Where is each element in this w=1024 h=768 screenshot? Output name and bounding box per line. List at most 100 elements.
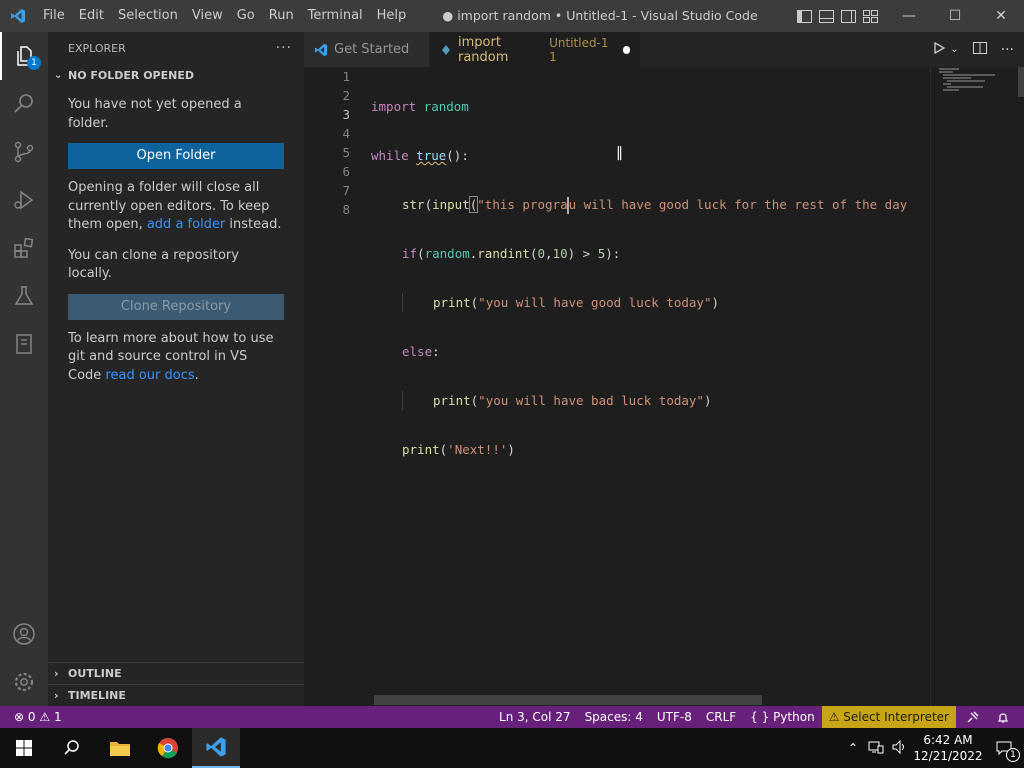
minimap-line	[943, 89, 959, 91]
vscode-logo-icon	[0, 0, 36, 32]
cursor-position[interactable]: Ln 3, Col 27	[492, 706, 578, 728]
clock[interactable]: 6:42 AM 12/21/2022	[912, 732, 984, 764]
explorer-icon[interactable]: 1	[0, 32, 48, 80]
language-label: Python	[773, 710, 815, 724]
feedback-icon[interactable]	[956, 706, 990, 728]
add-folder-link[interactable]: add a folder	[147, 217, 225, 232]
problems-indicator[interactable]: ⊗ 0 ⚠ 1	[0, 706, 69, 728]
no-folder-section-header[interactable]: ⌄ NO FOLDER OPENED	[48, 64, 304, 86]
menu-terminal[interactable]: Terminal	[301, 0, 370, 32]
token: while	[371, 148, 409, 163]
explorer-sidebar: EXPLORER ··· ⌄ NO FOLDER OPENED You have…	[48, 32, 304, 706]
menu-go[interactable]: Go	[230, 0, 262, 32]
close-icon[interactable]: ✕	[978, 0, 1024, 32]
unsaved-dot-icon[interactable]	[623, 45, 630, 54]
token: (	[529, 246, 538, 261]
interpreter-label: Select Interpreter	[843, 710, 949, 724]
toggle-secondary-sidebar-icon[interactable]	[840, 8, 856, 24]
chevron-down-icon[interactable]: ⌄	[950, 44, 958, 55]
split-editor-icon[interactable]	[972, 41, 987, 59]
editor-actions: ⌄ ···	[932, 32, 1014, 67]
clock-time: 6:42 AM	[923, 733, 973, 747]
minimap[interactable]	[930, 67, 1020, 706]
menu-selection[interactable]: Selection	[111, 0, 185, 32]
volume-icon[interactable]	[888, 739, 912, 757]
code-line: print("you will have bad luck today")	[371, 391, 931, 410]
run-python-file-icon[interactable]	[932, 41, 946, 59]
search-icon[interactable]	[0, 80, 48, 128]
token: randint	[477, 246, 530, 261]
token: 'Next!!'	[447, 442, 508, 457]
timeline-section-header[interactable]: › TIMELINE	[48, 684, 304, 706]
no-folder-content: You have not yet opened a folder. Open F…	[48, 96, 304, 385]
chrome-icon[interactable]	[144, 728, 192, 768]
open-folder-button[interactable]: Open Folder	[68, 143, 284, 169]
indentation[interactable]: Spaces: 4	[578, 706, 650, 728]
maximize-icon[interactable]: ☐	[932, 0, 978, 32]
testing-icon[interactable]	[0, 272, 48, 320]
encoding[interactable]: UTF-8	[650, 706, 699, 728]
more-actions-icon[interactable]: ···	[1001, 42, 1014, 58]
warning-icon: ⚠	[828, 710, 840, 724]
horizontal-scrollbar[interactable]	[374, 695, 762, 705]
menu-view[interactable]: View	[185, 0, 230, 32]
code-editor[interactable]: 1 2 3 4 5 6 7 8 import random while true…	[304, 67, 1024, 706]
code-line: else:	[371, 342, 931, 361]
no-folder-message: You have not yet opened a folder.	[68, 97, 242, 131]
line-number: 7	[342, 183, 350, 198]
tab-get-started[interactable]: Get Started	[304, 32, 430, 67]
toggle-panel-icon[interactable]	[818, 8, 834, 24]
network-icon[interactable]	[864, 740, 888, 757]
vscode-taskbar-icon[interactable]	[192, 728, 240, 768]
menu-run[interactable]: Run	[262, 0, 301, 32]
read-docs-link[interactable]: read our docs	[105, 368, 194, 383]
token: u will have good luck for the rest of th…	[568, 197, 908, 212]
window-title: ● import random • Untitled-1 - Visual St…	[442, 8, 758, 23]
more-actions-icon[interactable]: ···	[276, 40, 292, 56]
taskbar-search-icon[interactable]	[48, 728, 96, 768]
end-of-line[interactable]: CRLF	[699, 706, 743, 728]
extensions-icon[interactable]	[0, 224, 48, 272]
vertical-scrollbar[interactable]	[1018, 67, 1024, 97]
notification-count: 1	[1006, 748, 1020, 762]
file-explorer-icon[interactable]	[96, 728, 144, 768]
notifications-bell-icon[interactable]	[990, 706, 1024, 728]
token: input	[432, 197, 470, 212]
windows-start-icon[interactable]	[0, 728, 48, 768]
accounts-icon[interactable]	[0, 610, 48, 658]
toggle-primary-sidebar-icon[interactable]	[796, 8, 812, 24]
token: "this progra	[477, 197, 568, 212]
tab-import-random[interactable]: import random Untitled-1 1	[430, 32, 640, 67]
menu-file[interactable]: File	[36, 0, 72, 32]
minimize-icon[interactable]: —	[886, 0, 932, 32]
error-icon: ⊗	[14, 710, 25, 724]
code-lines[interactable]: import random while true(): str(input("t…	[371, 67, 931, 489]
select-interpreter[interactable]: ⚠ Select Interpreter	[821, 706, 956, 728]
opening-text-post: instead.	[225, 217, 282, 232]
chevron-up-icon[interactable]: ⌃	[842, 741, 864, 755]
menu-edit[interactable]: Edit	[72, 0, 111, 32]
customize-layout-icon[interactable]	[862, 8, 878, 24]
section-title: NO FOLDER OPENED	[68, 68, 194, 82]
clone-repository-button[interactable]: Clone Repository	[68, 293, 284, 320]
timeline-title: TIMELINE	[68, 689, 126, 702]
settings-gear-icon[interactable]	[0, 658, 48, 706]
notification-center-icon[interactable]: 1	[984, 728, 1024, 768]
outline-section-header[interactable]: › OUTLINE	[48, 662, 304, 684]
token: "you will have bad luck today"	[478, 393, 704, 408]
editor-tab-bar: Get Started import random Untitled-1 1 ⌄…	[304, 32, 1024, 67]
remote-explorer-icon[interactable]	[0, 320, 48, 368]
source-control-icon[interactable]	[0, 128, 48, 176]
error-count: 0	[27, 710, 36, 724]
minimap-line	[947, 80, 985, 82]
warning-icon: ⚠	[39, 710, 51, 724]
run-debug-icon[interactable]	[0, 176, 48, 224]
indent-guide	[402, 293, 433, 312]
language-mode[interactable]: { } Python	[743, 706, 822, 728]
token: :	[432, 344, 440, 359]
